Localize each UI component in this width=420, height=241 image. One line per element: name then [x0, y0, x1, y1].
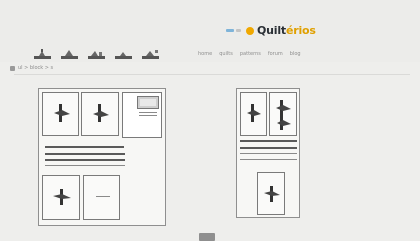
figure-panel [42, 92, 79, 136]
figure-panel [269, 92, 297, 136]
rule [45, 153, 125, 155]
rule [240, 140, 297, 142]
block-icon [61, 50, 78, 59]
figure-panel [42, 175, 80, 220]
site-header: Quiltérios home quilts patterns forum bl… [0, 0, 420, 62]
rule [240, 147, 297, 149]
block-icon [88, 51, 105, 59]
folder-icon [10, 65, 15, 71]
rule [45, 146, 124, 148]
page-thumbnail-left[interactable] [38, 88, 166, 226]
figure-panel [240, 92, 267, 136]
figure-panel [257, 172, 285, 215]
nav-item-patterns[interactable]: patterns [240, 51, 261, 57]
figure-icon [246, 103, 262, 123]
block-tool-1-button[interactable] [33, 48, 52, 60]
rule [139, 112, 157, 113]
figure-icon [275, 99, 293, 131]
nav-item-quilts[interactable]: quilts [219, 51, 233, 57]
block-tool-2-button[interactable] [60, 48, 79, 60]
breadcrumb-label[interactable]: ul > block > s [18, 65, 53, 71]
block-icon [34, 49, 51, 59]
figure-icon [92, 103, 110, 123]
breadcrumb: ul > block > s [10, 65, 53, 71]
site-logo[interactable]: Quiltérios [226, 24, 316, 37]
rule [139, 115, 157, 116]
figure-panel [83, 175, 120, 220]
figure-panel [122, 92, 162, 138]
nav-item-forum[interactable]: forum [268, 51, 283, 57]
toolbar [33, 48, 160, 60]
block-tool-5-button[interactable] [141, 48, 160, 60]
logo-text-a: Quilt [257, 24, 286, 37]
figure-icon [53, 103, 71, 123]
image-frame [137, 96, 159, 109]
logo-dot-icon [246, 26, 254, 35]
block-icon [115, 52, 132, 59]
rule [96, 196, 110, 197]
block-tool-3-button[interactable] [87, 48, 106, 60]
nav-item-blog[interactable]: blog [290, 51, 301, 57]
rule [45, 159, 125, 161]
page-thumbnail-right[interactable] [236, 88, 300, 218]
figure-icon [52, 188, 72, 206]
rule [240, 159, 297, 160]
logo-text: Quiltérios [257, 24, 316, 37]
logo-text-b: érios [285, 24, 316, 37]
block-tool-4-button[interactable] [114, 48, 133, 60]
scrollbar-thumb[interactable] [199, 233, 215, 241]
logo-mark-icon [226, 29, 241, 32]
rule [240, 153, 297, 154]
block-icon [142, 50, 159, 59]
nav-item-home[interactable]: home [198, 51, 212, 57]
figure-icon [263, 185, 281, 203]
rule [45, 165, 125, 166]
main-nav: home quilts patterns forum blog [198, 51, 301, 57]
divider [14, 74, 410, 75]
figure-panel [81, 92, 119, 136]
